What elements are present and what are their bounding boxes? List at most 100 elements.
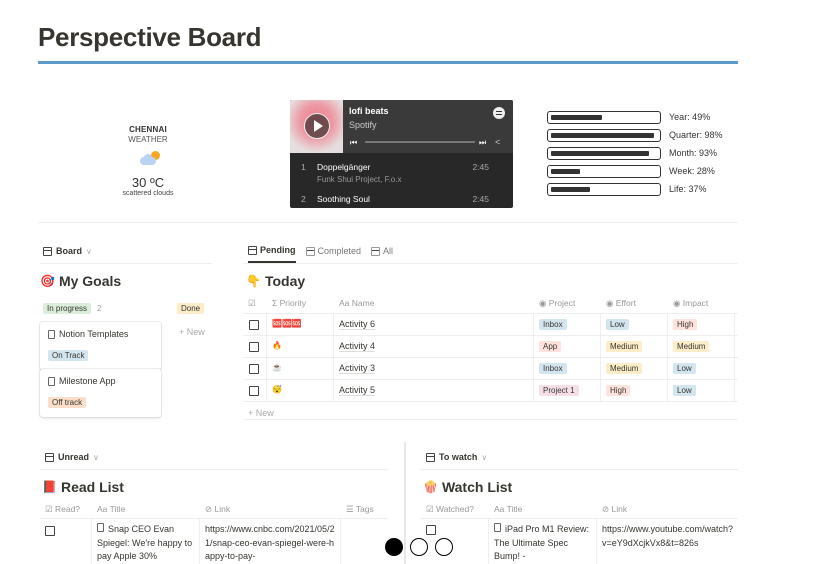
col-divider <box>199 518 200 564</box>
row-divider <box>243 313 738 314</box>
track-row[interactable]: 2 Soothing Soul 2:45 <box>290 189 513 208</box>
column-link[interactable]: ⊘ Link <box>205 504 230 515</box>
track-row[interactable]: 1 Doppelgänger 2:45 Funk Shui Project, F… <box>290 157 513 189</box>
title-text: Snap CEO Evan Spiegel: We're happy to pa… <box>97 524 193 561</box>
divider <box>38 222 738 223</box>
name-cell[interactable]: Activity 4 <box>339 341 376 352</box>
watch-title-cell[interactable]: iPad Pro M1 Review: The Ultimate Spec Bu… <box>494 523 594 564</box>
impact-tag: Medium <box>673 341 710 352</box>
group-count: 2 <box>97 304 102 313</box>
row-divider <box>243 357 738 358</box>
col-divider <box>266 313 267 401</box>
column-effort[interactable]: ◉ Effort <box>606 298 636 309</box>
done-checkbox[interactable] <box>249 386 259 396</box>
goals-title: 🎯 My Goals <box>40 273 121 289</box>
table-icon <box>371 246 381 256</box>
row-divider <box>243 335 738 336</box>
done-checkbox[interactable] <box>249 342 259 352</box>
name-cell[interactable]: Activity 3 <box>339 363 376 374</box>
column-title[interactable]: Aa Title <box>97 504 125 514</box>
column-impact[interactable]: ◉ Impact <box>673 298 708 309</box>
progress-label: Quarter: 98% <box>669 130 723 140</box>
read-title-cell[interactable]: Snap CEO Evan Spiegel: We're happy to pa… <box>97 523 197 564</box>
group-in-progress[interactable]: In progress 2 <box>43 303 101 314</box>
progress-label: Month: 93% <box>669 148 718 158</box>
done-checkbox[interactable] <box>249 320 259 330</box>
effort-tag: Medium <box>606 341 643 352</box>
spotify-logo-icon[interactable] <box>493 107 505 119</box>
playback-progress-bar[interactable] <box>365 141 475 143</box>
play-button[interactable] <box>304 113 330 139</box>
table-icon <box>248 245 257 255</box>
pager-dot[interactable] <box>385 538 403 556</box>
name-cell[interactable]: Activity 5 <box>339 385 376 396</box>
carousel-pager <box>385 538 453 556</box>
board-view-selector[interactable]: Board ∨ <box>43 246 92 256</box>
column-read[interactable]: ☑ Read? <box>45 504 80 515</box>
pager-dot[interactable] <box>435 538 453 556</box>
weather-description: scattered clouds <box>122 190 174 197</box>
watchlist-view-selector[interactable]: To watch ∨ <box>426 452 487 462</box>
page-icon <box>97 523 104 532</box>
previous-track-icon[interactable]: ⏮ <box>350 138 357 148</box>
page-title: Perspective Board <box>38 22 262 52</box>
impact-tag: Low <box>673 385 696 396</box>
goal-card[interactable]: Notion Templates On Track <box>40 322 161 370</box>
column-label: Project <box>548 298 576 308</box>
goal-card[interactable]: Milestone App Off track <box>40 369 161 417</box>
link-cell[interactable]: https://www.cnbc.com/2021/05/21/snap-ceo… <box>205 523 337 564</box>
new-row-button[interactable]: + New <box>248 408 274 418</box>
column-label: Title <box>506 504 523 514</box>
progress-label: Week: 28% <box>669 166 715 176</box>
col-divider <box>600 313 601 401</box>
chevron-down-icon: ∨ <box>86 246 92 256</box>
table-icon <box>45 452 54 462</box>
new-card-button[interactable]: + New <box>179 327 205 337</box>
track-duration: 2:45 <box>472 162 489 172</box>
name-cell[interactable]: Activity 6 <box>339 319 376 330</box>
view-label: Unread <box>58 452 90 462</box>
playlist-name[interactable]: lofi beats <box>349 106 389 116</box>
watched-checkbox[interactable] <box>426 525 436 535</box>
read-checkbox[interactable] <box>45 526 55 536</box>
row-divider <box>40 518 388 519</box>
row-divider <box>243 401 738 402</box>
impact-tag: High <box>673 319 698 330</box>
progress-fill <box>551 186 590 192</box>
group-done[interactable]: Done <box>177 303 205 314</box>
track-artist: Funk Shui Project, F.o.x <box>317 175 402 184</box>
priority-cell: ☕ <box>272 363 282 372</box>
link-cell[interactable]: https://www.youtube.com/watch?v=eY9dXcjk… <box>602 523 736 550</box>
share-icon[interactable]: < <box>495 137 500 147</box>
tab-label: All <box>383 246 394 256</box>
next-track-icon[interactable]: ⏭ <box>479 138 486 148</box>
col-divider <box>734 313 735 401</box>
readlist-view-selector[interactable]: Unread ∨ <box>45 452 99 462</box>
col-divider <box>488 518 489 564</box>
weather-widget: CHENNAI WEATHER 30 ºC scattered clouds <box>98 125 198 197</box>
playlist-source[interactable]: Spotify <box>349 120 377 130</box>
column-project[interactable]: ◉ Project <box>539 298 575 309</box>
table-icon <box>305 246 315 256</box>
page-icon <box>494 523 501 532</box>
project-tag: App <box>539 341 562 352</box>
column-priority[interactable]: Σ Priority <box>272 298 306 308</box>
pager-dot[interactable] <box>410 538 428 556</box>
column-watched[interactable]: ☑ Watched? <box>426 504 474 515</box>
column-link[interactable]: ⊘ Link <box>602 504 627 515</box>
view-tabs: Pending Completed All <box>248 245 393 263</box>
col-divider <box>333 313 334 401</box>
tab-all[interactable]: All <box>371 245 393 263</box>
column-tags[interactable]: ☰ Tags <box>346 504 374 515</box>
progress-label: Year: 49% <box>669 112 711 122</box>
column-name[interactable]: Aa Name <box>339 298 374 308</box>
column-title[interactable]: Aa Title <box>494 504 522 514</box>
effort-tag: Low <box>606 319 629 330</box>
done-checkbox[interactable] <box>249 364 259 374</box>
tab-pending[interactable]: Pending <box>248 245 296 263</box>
col-divider <box>667 313 668 401</box>
view-label: To watch <box>439 452 478 462</box>
column-label: Watched? <box>435 504 474 514</box>
page-icon <box>48 329 55 339</box>
tab-completed[interactable]: Completed <box>305 245 361 263</box>
